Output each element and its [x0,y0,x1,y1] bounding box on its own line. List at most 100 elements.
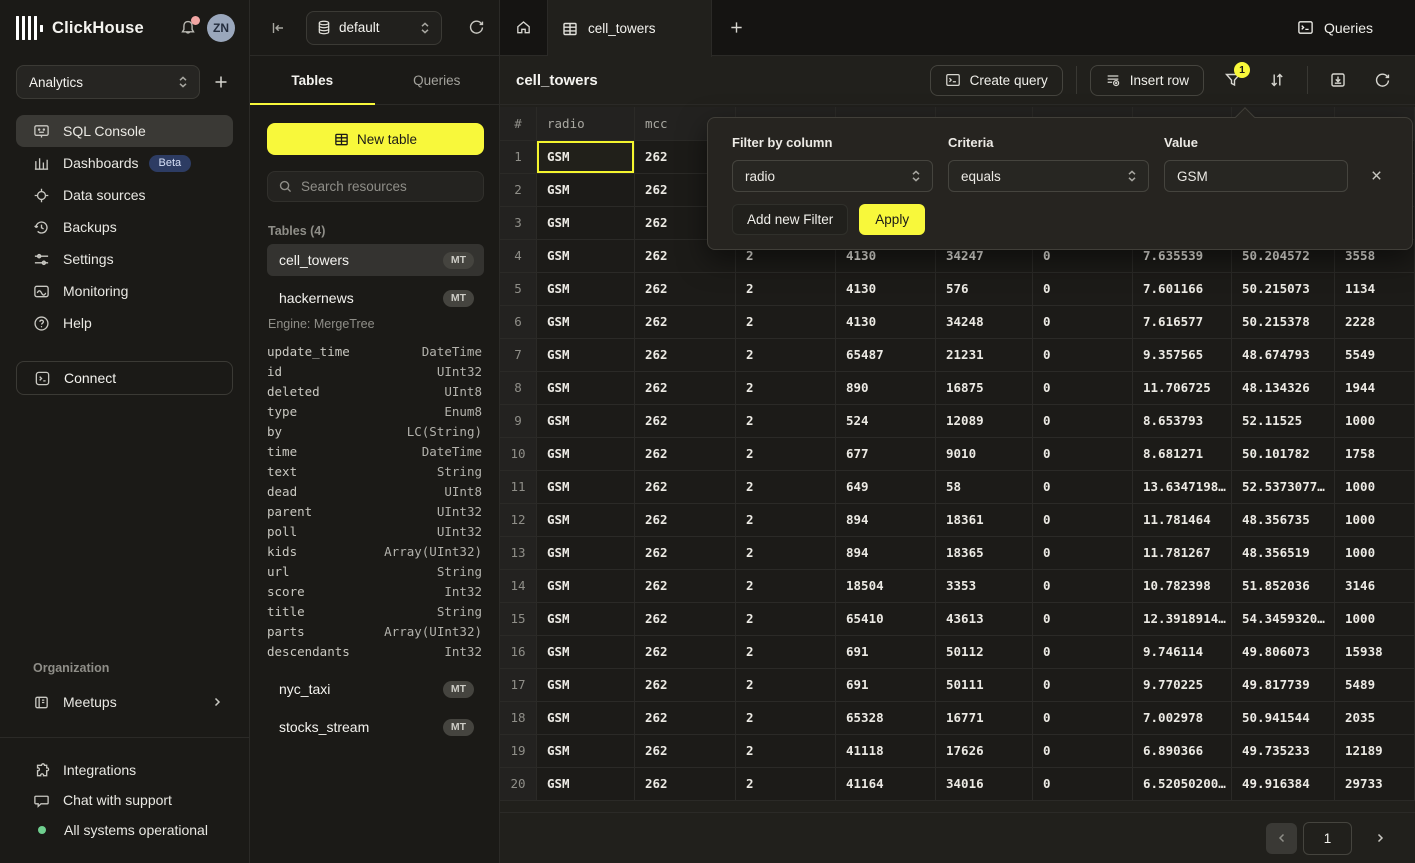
table-cell[interactable]: 41118 [836,735,936,768]
table-cell[interactable]: 49.806073 [1232,636,1335,669]
table-cell[interactable]: 12.3918914… [1133,603,1232,636]
new-tab-button[interactable] [712,0,760,55]
table-cell[interactable]: GSM [537,768,635,801]
table-cell[interactable]: GSM [537,174,635,207]
table-cell[interactable]: 5489 [1335,669,1415,702]
previous-page-button[interactable] [1266,823,1297,854]
table-cell[interactable]: 0 [1033,537,1133,570]
column-header[interactable]: radio [537,107,635,141]
table-cell[interactable]: 2 [736,702,836,735]
table-cell[interactable]: GSM [537,636,635,669]
table-cell[interactable]: 0 [1033,570,1133,603]
table-cell[interactable]: 16771 [936,702,1033,735]
table-cell[interactable]: GSM [537,504,635,537]
sidebar-item-dashboards[interactable]: Dashboards Beta [16,147,233,179]
sidebar-item-system-status[interactable]: All systems operational [16,815,233,845]
table-cell[interactable]: 0 [1033,702,1133,735]
table-cell[interactable]: 2 [736,405,836,438]
table-cell[interactable]: 50.941544 [1232,702,1335,735]
table-cell[interactable]: 262 [635,504,736,537]
table-cell[interactable]: 3146 [1335,570,1415,603]
table-cell[interactable]: 262 [635,339,736,372]
table-cell[interactable]: 50112 [936,636,1033,669]
avatar[interactable]: ZN [207,14,235,42]
table-cell[interactable]: 65487 [836,339,936,372]
table-cell[interactable]: 65410 [836,603,936,636]
table-cell[interactable]: 49.817739 [1232,669,1335,702]
sidebar-item-sql-console[interactable]: SQL Console [16,115,233,147]
table-cell[interactable]: 54.3459320… [1232,603,1335,636]
table-cell[interactable]: 13.6347198… [1133,471,1232,504]
table-cell[interactable]: 677 [836,438,936,471]
table-cell[interactable]: 5549 [1335,339,1415,372]
table-cell[interactable]: 9.746114 [1133,636,1232,669]
table-cell[interactable]: 16875 [936,372,1033,405]
table-cell[interactable]: GSM [537,339,635,372]
table-cell[interactable]: 48.356519 [1232,537,1335,570]
table-cell[interactable]: 2 [736,273,836,306]
table-cell[interactable]: 2228 [1335,306,1415,339]
table-cell[interactable]: 50.101782 [1232,438,1335,471]
table-cell[interactable]: 0 [1033,372,1133,405]
table-cell[interactable]: 1000 [1335,537,1415,570]
table-cell[interactable]: 41164 [836,768,936,801]
table-cell[interactable]: 524 [836,405,936,438]
table-cell[interactable]: 50111 [936,669,1033,702]
table-cell[interactable]: GSM [537,537,635,570]
apply-filter-button[interactable]: Apply [859,204,925,235]
table-cell[interactable]: 262 [635,603,736,636]
table-cell[interactable]: 1758 [1335,438,1415,471]
sort-button[interactable] [1260,63,1294,97]
table-cell[interactable]: 8.681271 [1133,438,1232,471]
filter-column-select[interactable]: radio [732,160,933,192]
table-cell[interactable]: 34248 [936,306,1033,339]
table-cell[interactable]: 17626 [936,735,1033,768]
table-cell[interactable]: GSM [537,240,635,273]
table-cell[interactable]: 2 [736,306,836,339]
table-cell[interactable]: 1944 [1335,372,1415,405]
table-cell[interactable]: 2 [736,636,836,669]
table-cell[interactable]: 8.653793 [1133,405,1232,438]
queries-button[interactable]: Queries [1297,19,1415,36]
sidebar-item-monitoring[interactable]: Monitoring [16,275,233,307]
table-cell[interactable]: GSM [537,702,635,735]
table-cell[interactable]: GSM [537,405,635,438]
tab-queries[interactable]: Queries [375,56,500,104]
table-cell[interactable]: 262 [635,636,736,669]
table-cell[interactable]: 0 [1033,405,1133,438]
table-cell[interactable]: 52.5373077… [1232,471,1335,504]
table-cell[interactable]: GSM [537,669,635,702]
table-cell[interactable]: 12189 [1335,735,1415,768]
table-cell[interactable]: 2 [736,471,836,504]
table-cell[interactable]: 9.770225 [1133,669,1232,702]
current-page-indicator[interactable]: 1 [1303,822,1352,855]
table-cell[interactable]: 262 [635,537,736,570]
table-cell[interactable]: 48.356735 [1232,504,1335,537]
table-cell[interactable]: 50.215073 [1232,273,1335,306]
new-table-button[interactable]: New table [267,123,484,155]
table-cell[interactable]: 48.134326 [1232,372,1335,405]
download-button[interactable] [1321,63,1355,97]
table-cell[interactable]: 262 [635,735,736,768]
table-cell[interactable]: 0 [1033,504,1133,537]
search-input[interactable] [301,179,478,194]
table-cell[interactable]: GSM [537,372,635,405]
table-cell[interactable]: GSM [537,735,635,768]
database-select[interactable]: default [306,11,442,45]
table-cell[interactable]: 2 [736,603,836,636]
table-cell[interactable]: 9010 [936,438,1033,471]
table-cell[interactable]: 262 [635,669,736,702]
table-cell[interactable]: 65328 [836,702,936,735]
table-cell[interactable]: 2 [736,504,836,537]
table-cell[interactable]: 0 [1033,438,1133,471]
table-cell[interactable]: 7.601166 [1133,273,1232,306]
table-cell[interactable]: 262 [635,372,736,405]
sidebar-item-chat-support[interactable]: Chat with support [16,785,233,815]
table-cell[interactable]: 2 [736,570,836,603]
table-item-stocks-stream[interactable]: stocks_stream MT [267,711,484,743]
table-cell[interactable]: 11.706725 [1133,372,1232,405]
table-cell[interactable]: 2 [736,339,836,372]
table-cell[interactable]: 43613 [936,603,1033,636]
table-item-nyc-taxi[interactable]: nyc_taxi MT [267,673,484,705]
table-cell[interactable]: 1134 [1335,273,1415,306]
